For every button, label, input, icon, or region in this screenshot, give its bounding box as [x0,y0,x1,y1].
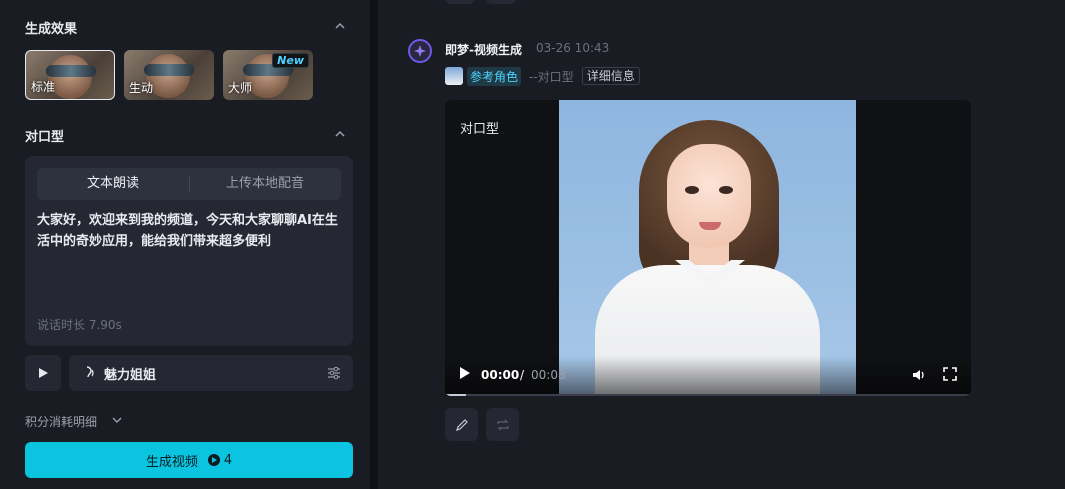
effect-option-standard[interactable]: 标准 [25,50,115,100]
progress-track[interactable] [445,394,971,396]
effect-label: 标准 [31,80,56,94]
effect-option-master[interactable]: New 大师 [223,50,313,100]
input-mode-tabs: 文本朗读 上传本地配音 [37,168,341,200]
video-frame [559,100,856,396]
portrait-face [667,144,751,248]
reference-thumbnail [445,67,463,85]
script-card: 文本朗读 上传本地配音 大家好，欢迎来到我的频道，今天和大家聊聊AI在生活中的奇… [25,156,353,346]
total-time: 00:08 [531,368,566,382]
author-name: 即梦-视频生成 [445,43,522,57]
chevron-down-icon[interactable] [111,414,123,426]
star-logo-icon [414,45,426,57]
time-separator: / [520,368,525,382]
portrait-eye [685,186,699,194]
volume-icon[interactable] [911,367,927,383]
reference-role-link[interactable]: 参考角色 [467,66,522,86]
video-title: 对口型 [460,122,500,137]
play-icon[interactable] [459,366,471,380]
pencil-icon [455,418,468,431]
speech-duration: 说话时长 7.90s [37,318,122,332]
panel-divider[interactable] [370,0,378,489]
tab-text-reading[interactable]: 文本朗读 [37,168,189,200]
current-time: 00:00 [481,368,520,382]
effect-option-vivid[interactable]: 生动 [124,50,214,100]
chevron-up-icon[interactable] [333,127,347,141]
left-panel: 生成效果 标准 生动 New 大师 对口型 文本朗读 上传本地配音 大家好，欢迎… [0,0,370,489]
portrait-eye [719,186,733,194]
tab-upload-audio[interactable]: 上传本地配音 [189,168,341,200]
goggles-decoration [46,65,96,77]
preview-play-button[interactable] [25,355,61,391]
script-textarea[interactable]: 大家好，欢迎来到我的频道，今天和大家聊聊AI在生活中的奇妙应用，能给我们带来超多… [37,210,341,252]
previous-action-button[interactable] [486,0,516,4]
cost-details-toggle[interactable]: 积分消耗明细 [25,413,97,430]
edit-button[interactable] [445,408,478,441]
regenerate-button[interactable] [486,408,519,441]
effect-label: 大师 [228,81,253,95]
mode-label: --对口型 [529,69,574,84]
chevron-up-icon[interactable] [333,19,347,33]
new-badge: New [272,53,309,68]
fullscreen-icon[interactable] [943,367,957,381]
portrait-mouth [699,222,721,230]
refresh-icon [496,419,509,430]
effects-section-title: 生成效果 [25,22,78,37]
generate-label: 生成视频 [145,454,198,470]
timestamp: 03-26 10:43 [536,41,610,55]
progress-fill [445,394,467,396]
settings-sliders-icon[interactable] [327,366,341,380]
play-icon [39,368,48,378]
generate-video-button[interactable]: 生成视频 4 [25,442,353,478]
generate-cost: 4 [223,452,233,468]
result-panel: 即梦-视频生成 03-26 10:43 参考角色 --对口型 详细信息 对口型 … [378,0,1065,489]
credit-icon [207,454,220,466]
voice-icon [86,366,94,378]
video-player[interactable]: 对口型 00:00 / 00:08 [445,100,971,396]
voice-name: 魅力姐姐 [104,368,157,383]
previous-action-button[interactable] [445,0,475,4]
details-button[interactable]: 详细信息 [581,67,640,85]
lipsync-section-title: 对口型 [25,130,65,145]
goggles-decoration [144,64,194,76]
voice-selector[interactable]: 魅力姐姐 [69,355,353,391]
generation-meta: 参考角色 --对口型 详细信息 [445,66,640,86]
effect-label: 生动 [129,81,154,95]
video-controls: 00:00 / 00:08 [445,356,971,396]
avatar [408,39,432,63]
